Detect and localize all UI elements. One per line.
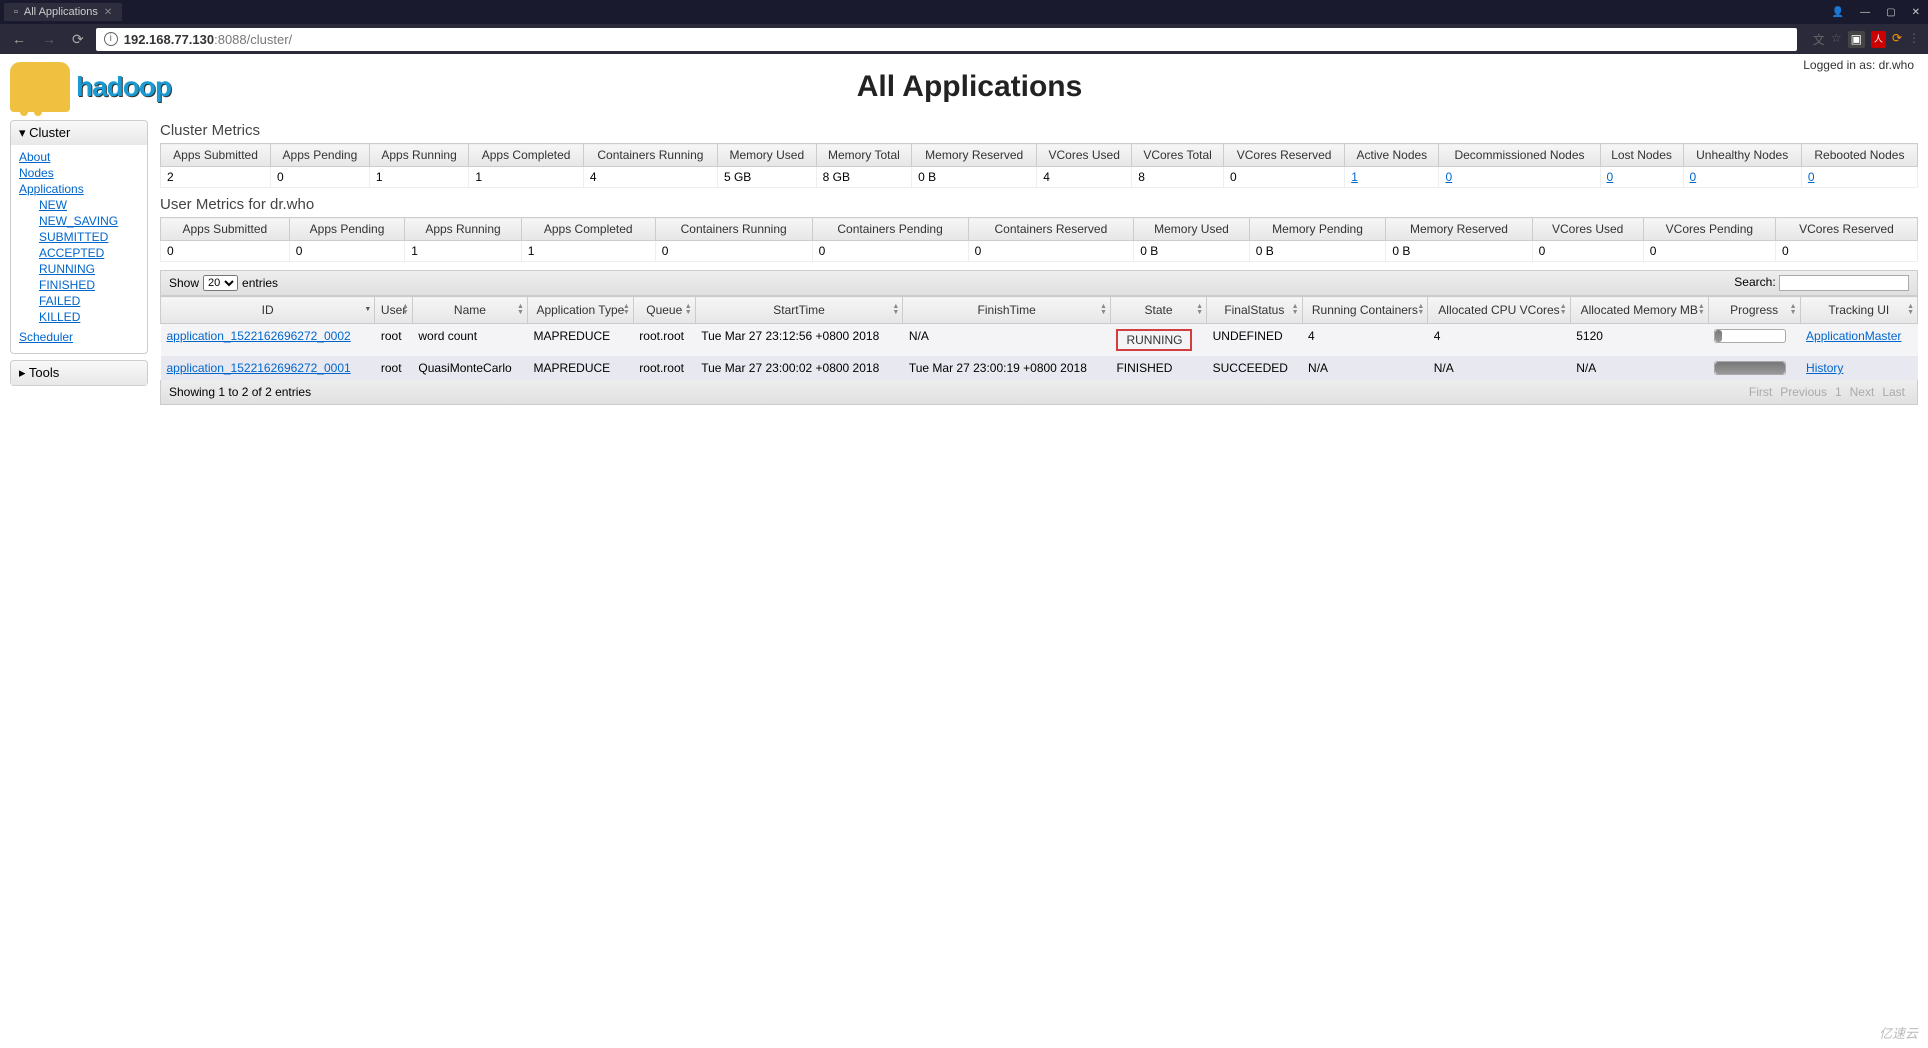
back-icon[interactable]: ←	[8, 29, 30, 49]
sidebar-link-nodes[interactable]: Nodes	[19, 165, 139, 181]
search-label: Search:	[1734, 275, 1775, 289]
extension-icon[interactable]: ▣	[1848, 31, 1865, 48]
pager-next[interactable]: Next	[1846, 385, 1879, 399]
datatable-footer: Showing 1 to 2 of 2 entries FirstPreviou…	[160, 380, 1918, 405]
col-tracking-ui[interactable]: Tracking UI▲▼	[1800, 297, 1917, 324]
metric-link[interactable]: 0	[1808, 170, 1815, 184]
applications-table: ID▼User▲▼Name▲▼Application Type▲▼Queue▲▼…	[160, 296, 1918, 380]
metric-link[interactable]: 1	[1351, 170, 1358, 184]
user-metrics-title: User Metrics for dr.who	[160, 196, 1918, 213]
close-icon[interactable]: ✕	[104, 7, 112, 18]
cluster-metrics-table: Apps SubmittedApps PendingApps RunningAp…	[160, 143, 1918, 188]
sidebar-link-about[interactable]: About	[19, 149, 139, 165]
cluster-metrics-title: Cluster Metrics	[160, 122, 1918, 139]
menu-icon[interactable]: ⋮	[1908, 31, 1920, 48]
login-info: Logged in as: dr.who	[1803, 58, 1914, 72]
col-name[interactable]: Name▲▼	[412, 297, 527, 324]
url-host: 192.168.77.130	[124, 32, 214, 47]
sidebar-state-running[interactable]: RUNNING	[39, 261, 139, 277]
app-id-link[interactable]: application_1522162696272_0001	[167, 361, 351, 375]
sidebar-tools-header[interactable]: ▸ Tools	[11, 361, 147, 385]
col-state[interactable]: State▲▼	[1110, 297, 1206, 324]
sidebar-cluster-header[interactable]: ▾ Cluster	[11, 121, 147, 145]
table-row: application_1522162696272_0002rootword c…	[161, 324, 1918, 357]
table-row: application_1522162696272_0001rootQuasiM…	[161, 356, 1918, 380]
search-input[interactable]	[1779, 275, 1909, 291]
content-area: Cluster Metrics Apps SubmittedApps Pendi…	[160, 120, 1918, 405]
hadoop-logo[interactable]: hadoop	[10, 62, 171, 112]
page-title: All Applications	[171, 70, 1768, 104]
window-maximize-icon[interactable]: ▢	[1882, 5, 1899, 20]
show-label: Show	[169, 276, 199, 290]
metric-link[interactable]: 0	[1445, 170, 1452, 184]
state-cell: RUNNING	[1110, 324, 1206, 357]
browser-tab[interactable]: ▫ All Applications ✕	[4, 3, 122, 21]
pager-last[interactable]: Last	[1878, 385, 1909, 399]
progress-bar	[1714, 361, 1786, 375]
col-allocated-cpu-vcores[interactable]: Allocated CPU VCores▲▼	[1428, 297, 1570, 324]
window-close-icon[interactable]: ✕	[1908, 5, 1924, 20]
metric-link[interactable]: 0	[1690, 170, 1697, 184]
sync-icon[interactable]: ⟳	[1892, 31, 1902, 48]
datatable-info: Showing 1 to 2 of 2 entries	[169, 385, 311, 399]
pdf-icon[interactable]: 人	[1871, 31, 1886, 48]
pager: FirstPrevious1NextLast	[1745, 385, 1909, 399]
col-application-type[interactable]: Application Type▲▼	[527, 297, 633, 324]
col-user[interactable]: User▲▼	[375, 297, 413, 324]
app-id-link[interactable]: application_1522162696272_0002	[167, 329, 351, 343]
window-user-icon[interactable]: 👤	[1828, 5, 1848, 20]
entries-label: entries	[242, 276, 278, 290]
tracking-link[interactable]: ApplicationMaster	[1806, 329, 1901, 343]
col-starttime[interactable]: StartTime▲▼	[695, 297, 903, 324]
sidebar-state-submitted[interactable]: SUBMITTED	[39, 229, 139, 245]
url-input[interactable]: i 192.168.77.130:8088/cluster/	[96, 28, 1797, 51]
col-finalstatus[interactable]: FinalStatus▲▼	[1207, 297, 1302, 324]
metric-link[interactable]: 0	[1607, 170, 1614, 184]
col-id[interactable]: ID▼	[161, 297, 375, 324]
sidebar-state-accepted[interactable]: ACCEPTED	[39, 245, 139, 261]
user-metrics-table: Apps SubmittedApps PendingApps RunningAp…	[160, 217, 1918, 262]
address-bar: ← → ⟳ i 192.168.77.130:8088/cluster/ ⽂ ☆…	[0, 24, 1928, 54]
reload-icon[interactable]: ⟳	[68, 29, 88, 50]
sidebar-state-new_saving[interactable]: NEW_SAVING	[39, 213, 139, 229]
sidebar-state-killed[interactable]: KILLED	[39, 309, 139, 325]
translate-icon[interactable]: ⽂	[1813, 31, 1825, 48]
sidebar-state-finished[interactable]: FINISHED	[39, 277, 139, 293]
elephant-icon	[10, 62, 70, 112]
bookmark-icon[interactable]: ☆	[1831, 31, 1842, 48]
progress-bar	[1714, 329, 1786, 343]
col-allocated-memory-mb[interactable]: Allocated Memory MB▲▼	[1570, 297, 1708, 324]
tab-title: All Applications	[24, 6, 98, 18]
page-size-select[interactable]: 20	[203, 275, 238, 291]
col-finishtime[interactable]: FinishTime▲▼	[903, 297, 1111, 324]
pager-first[interactable]: First	[1745, 385, 1776, 399]
sidebar-link-applications[interactable]: Applications	[19, 181, 139, 197]
col-progress[interactable]: Progress▲▼	[1708, 297, 1800, 324]
watermark: 亿速云	[1879, 1023, 1918, 1042]
logo-text: hadoop	[76, 71, 171, 103]
forward-icon[interactable]: →	[38, 29, 60, 49]
datatable-controls: Show 20 entries Search:	[160, 270, 1918, 296]
col-queue[interactable]: Queue▲▼	[633, 297, 695, 324]
pager-1[interactable]: 1	[1831, 385, 1846, 399]
sidebar-state-new[interactable]: NEW	[39, 197, 139, 213]
col-running-containers[interactable]: Running Containers▲▼	[1302, 297, 1428, 324]
pager-previous[interactable]: Previous	[1776, 385, 1831, 399]
sidebar-state-failed[interactable]: FAILED	[39, 293, 139, 309]
browser-tab-bar: ▫ All Applications ✕ 👤 — ▢ ✕	[0, 0, 1928, 24]
url-path: :8088/cluster/	[214, 32, 292, 47]
sidebar: ▾ Cluster About Nodes Applications NEWNE…	[10, 120, 148, 405]
sidebar-link-scheduler[interactable]: Scheduler	[19, 329, 139, 345]
site-info-icon[interactable]: i	[104, 32, 118, 46]
state-cell: FINISHED	[1110, 356, 1206, 380]
page-icon: ▫	[14, 6, 18, 18]
window-minimize-icon[interactable]: —	[1856, 5, 1874, 20]
tracking-link[interactable]: History	[1806, 361, 1843, 375]
